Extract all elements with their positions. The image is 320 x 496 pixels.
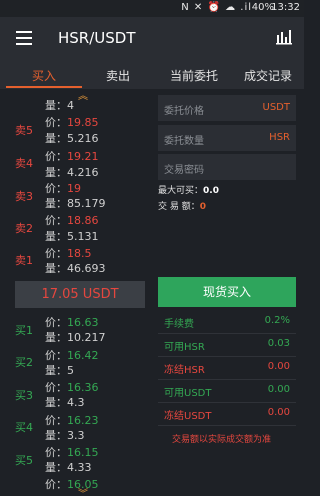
buy-form: 委托价格 USDT 委托数量 HSR 交易密码 最大可买：0.0 交 易 额：0… — [158, 89, 298, 496]
top-qty: 量：4 — [45, 99, 74, 112]
expand-bids-icon[interactable]: ︾ — [78, 485, 88, 496]
frozen-usdt-row: 冻结USDT 0.00 — [158, 403, 296, 426]
status-icons: N ✕ ⏰ ☁ .il — [181, 2, 252, 13]
tab-buy[interactable]: 买入 — [32, 67, 56, 84]
tab-bar: 买入 卖出 当前委托 成交记录 — [0, 59, 304, 89]
available-usdt-row: 可用USDT 0.00 — [158, 380, 296, 403]
tab-open-orders[interactable]: 当前委托 — [170, 67, 218, 84]
price-input[interactable]: 委托价格 USDT — [158, 95, 296, 121]
tab-trade-history[interactable]: 成交记录 — [244, 67, 292, 84]
frozen-hsr-row: 冻结HSR 0.00 — [158, 357, 296, 380]
page-title: HSR/USDT — [58, 29, 136, 47]
max-buy-row: 最大可买：0.0 — [158, 186, 219, 196]
expand-asks-icon[interactable]: ︽ — [78, 87, 88, 102]
quantity-input[interactable]: 委托数量 HSR — [158, 125, 296, 151]
app-header: HSR/USDT — [0, 17, 304, 59]
order-book: 量：4 ︽ 卖5 价：19.85 量：5.216 卖4 价：19.21 量：4.… — [0, 89, 152, 496]
status-bar: N ✕ ⏰ ☁ .il 40% 13:32 — [0, 0, 304, 17]
trade-amount-row: 交 易 额：0 — [158, 202, 206, 212]
clock: 13:32 — [271, 2, 300, 13]
current-price: 17.05 USDT — [15, 281, 145, 308]
available-hsr-row: 可用HSR 0.03 — [158, 334, 296, 357]
chart-icon[interactable] — [276, 29, 292, 45]
menu-icon[interactable] — [16, 31, 32, 45]
tab-sell[interactable]: 卖出 — [106, 67, 130, 84]
spot-buy-button[interactable]: 现货买入 — [158, 277, 296, 307]
active-tab-indicator — [6, 86, 82, 88]
fee-row: 手续费 0.2% — [158, 311, 296, 334]
app-root: N ✕ ⏰ ☁ .il 40% 13:32 HSR/USDT 买入 卖出 当前委… — [0, 0, 304, 496]
trade-amount-note: 交易额以实际成交额为准 — [172, 435, 272, 445]
trade-password-input[interactable]: 交易密码 — [158, 154, 296, 180]
